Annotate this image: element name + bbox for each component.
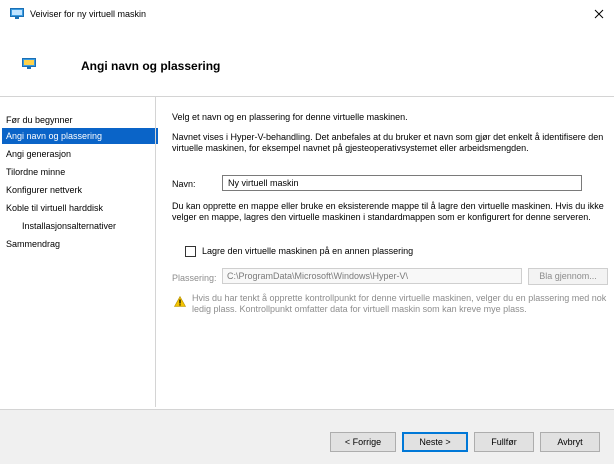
wizard-footer: < Forrige Neste > Fullfør Avbryt xyxy=(0,410,614,464)
wizard-header: Angi navn og plassering xyxy=(0,28,614,92)
page-title: Angi navn og plassering xyxy=(81,59,221,73)
nav-item-memory[interactable]: Tilordne minne xyxy=(2,164,158,180)
title-bar: Veiviser for ny virtuell maskin xyxy=(0,0,614,28)
next-button[interactable]: Neste > xyxy=(402,432,468,452)
virtual-machine-icon xyxy=(10,8,24,19)
nav-item-virtual-hard-disk[interactable]: Koble til virtuell harddisk xyxy=(2,200,158,216)
nav-item-summary[interactable]: Sammendrag xyxy=(2,236,158,252)
browse-button: Bla gjennom... xyxy=(528,268,608,285)
cancel-button[interactable]: Avbryt xyxy=(540,432,600,452)
nav-item-networking[interactable]: Konfigurer nettverk xyxy=(2,182,158,198)
nav-item-before-you-begin[interactable]: Før du begynner xyxy=(2,112,158,128)
nav-item-generation[interactable]: Angi generasjon xyxy=(2,146,158,162)
finish-button[interactable]: Fullfør xyxy=(474,432,534,452)
folder-help-text: Du kan opprette en mappe eller bruke en … xyxy=(172,201,604,222)
name-help-text: Navnet vises i Hyper-V-behandling. Det a… xyxy=(172,132,604,153)
checkpoint-warning-text: Hvis du har tenkt å opprette kontrollpun… xyxy=(192,293,607,314)
warning-icon xyxy=(174,296,186,307)
location-input xyxy=(222,268,522,284)
name-label: Navn: xyxy=(172,179,196,189)
intro-text: Velg et navn og en plassering for denne … xyxy=(172,112,408,122)
other-location-checkbox[interactable] xyxy=(185,246,196,257)
name-input[interactable] xyxy=(222,175,582,191)
nav-separator xyxy=(155,97,156,407)
location-label: Plassering: xyxy=(172,273,217,283)
other-location-checkbox-label[interactable]: Lagre den virtuelle maskinen på en annen… xyxy=(202,246,413,256)
close-icon xyxy=(594,9,604,19)
window-title: Veiviser for ny virtuell maskin xyxy=(30,9,147,19)
virtual-machine-icon xyxy=(22,58,36,69)
main-content: Velg et navn og en plassering for denne … xyxy=(160,97,614,409)
nav-item-installation-options[interactable]: Installasjonsalternativer xyxy=(2,218,158,234)
wizard-steps-nav: Før du begynner Angi navn og plassering … xyxy=(0,97,163,409)
previous-button[interactable]: < Forrige xyxy=(330,432,396,452)
close-button[interactable] xyxy=(584,0,614,28)
nav-item-name-location[interactable]: Angi navn og plassering xyxy=(2,128,158,144)
